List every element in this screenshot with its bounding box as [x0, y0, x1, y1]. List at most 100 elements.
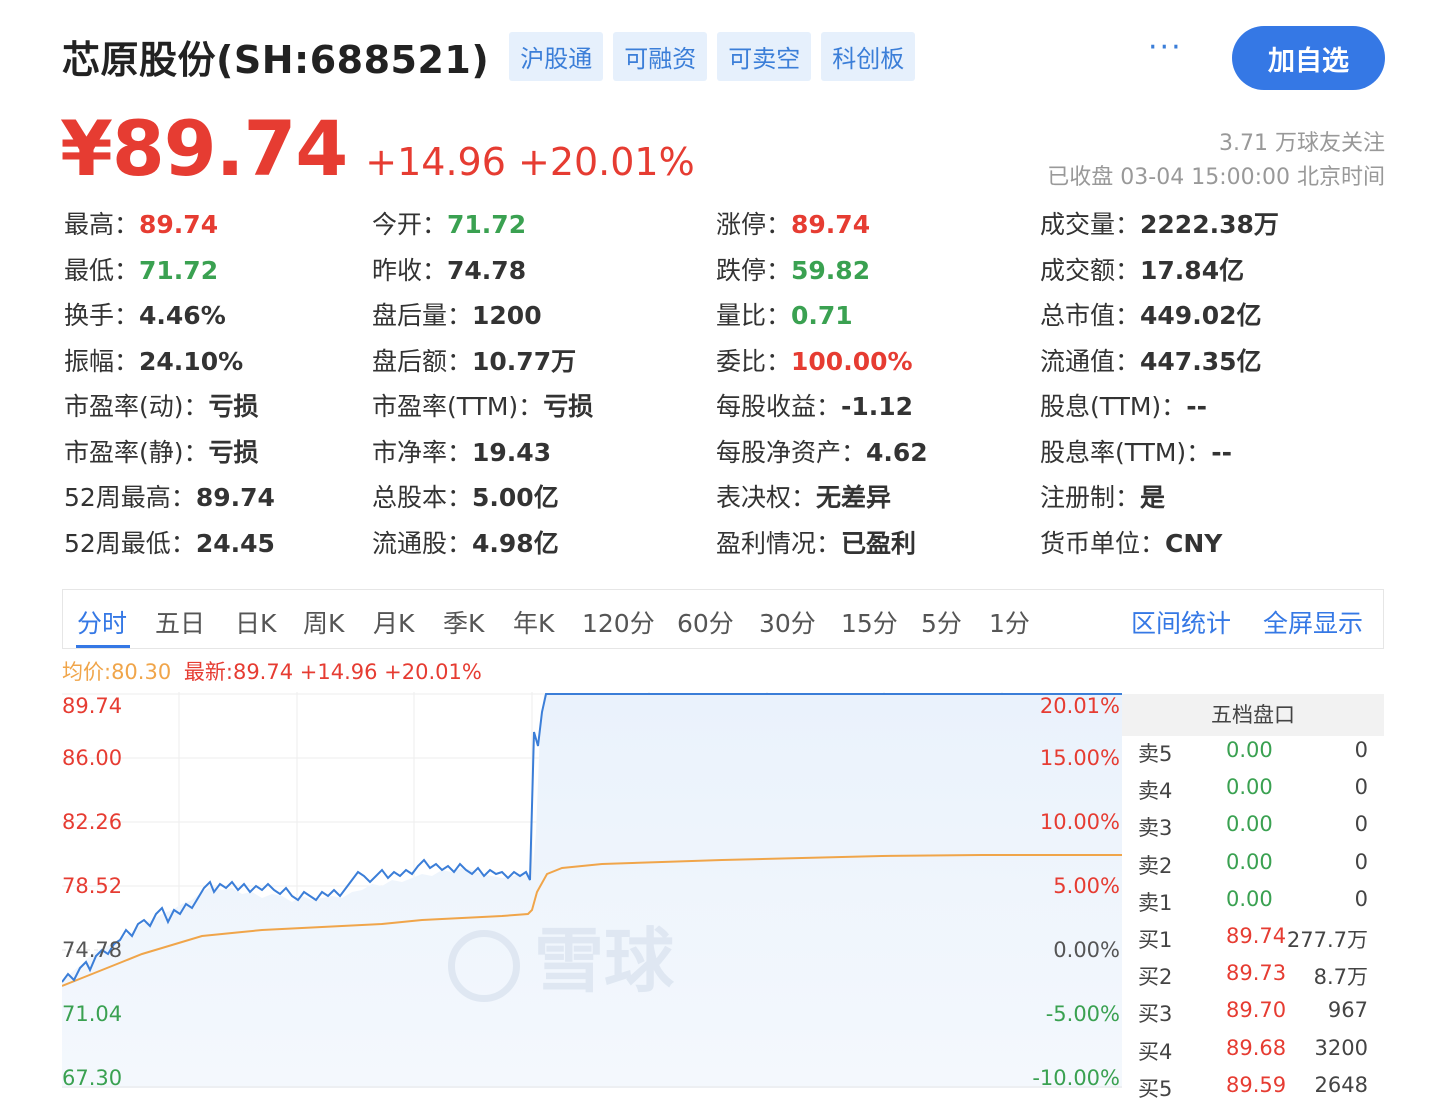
order-price: 89.68 [1226, 1035, 1287, 1060]
order-book-row: 买4 89.68 3200 [1122, 1036, 1384, 1073]
stat-label: 换手： [64, 301, 140, 330]
stat-item: 市盈率(动)：亏损 [64, 387, 259, 423]
stat-label: 市净率： [372, 437, 473, 467]
stat-label: 每股净资产： [716, 437, 867, 467]
stat-value: 0.71 [791, 301, 853, 330]
stat-value: 447.35亿 [1140, 346, 1262, 376]
order-volume: 0 [1354, 849, 1368, 874]
tab-item[interactable]: 60分 [677, 604, 734, 640]
stat-label: 涨停： [716, 210, 792, 239]
order-volume: 2648 [1314, 1072, 1368, 1097]
stat-label: 最高： [64, 210, 140, 239]
stat-value: 24.10% [139, 346, 244, 376]
percent-axis-label: 20.01% [1039, 694, 1120, 718]
tab-item[interactable]: 5分 [921, 604, 962, 640]
stock-header: 芯原股份(SH:688521) 沪股通 可融资 可卖空 科创板 [62, 28, 916, 84]
stat-value: 89.74 [139, 210, 219, 239]
percent-axis-label: -10.00% [1032, 1066, 1120, 1090]
order-level-label: 买1 [1138, 928, 1173, 952]
percent-axis-label: -5.00% [1045, 1002, 1120, 1026]
percent-axis-label: 5.00% [1053, 874, 1120, 898]
range-stats-link[interactable]: 区间统计 [1131, 604, 1231, 640]
tab-item[interactable]: 120分 [582, 604, 655, 640]
price-axis-label: 67.30 [62, 1066, 123, 1090]
order-volume: 967 [1327, 998, 1368, 1023]
percent-axis-label: 10.00% [1039, 810, 1120, 834]
add-watchlist-button[interactable]: 加自选 [1232, 26, 1385, 90]
tag-star-market[interactable]: 科创板 [821, 31, 916, 81]
stat-label: 盈利情况： [716, 528, 842, 558]
stat-value: 89.74 [195, 483, 275, 512]
order-book-title: 五档盘口 [1122, 694, 1384, 736]
stat-value: 已盈利 [841, 528, 917, 558]
stat-value: 4.62 [866, 437, 928, 467]
tab-item[interactable]: 月K [373, 604, 414, 640]
tag-margin[interactable]: 可融资 [613, 31, 708, 81]
stat-label: 振幅： [64, 346, 140, 376]
stat-value: 89.74 [791, 210, 871, 239]
stat-value: 59.82 [791, 255, 871, 285]
order-price: 89.59 [1226, 1072, 1287, 1097]
order-book: 五档盘口 卖5 0.00 0 卖4 0.00 0 卖3 0.00 0 卖2 0.00 0 卖1 0.00 0… [1122, 694, 1384, 1101]
stat-label: 市盈率(静)： [64, 437, 209, 467]
stat-value: 亏损 [208, 392, 259, 421]
stock-title: 芯原股份(SH:688521) [62, 37, 490, 82]
price-axis-label: 74.78 [62, 938, 123, 962]
order-price: 0.00 [1226, 886, 1273, 911]
stat-label: 每股收益： [716, 392, 842, 421]
tab-item[interactable]: 五日 [155, 604, 205, 640]
price-row: ¥89.74 +14.96 +20.01% [60, 104, 695, 193]
tab-item[interactable]: 15分 [841, 604, 898, 640]
order-price: 89.70 [1226, 998, 1287, 1023]
stat-item: 货币单位：CNY [1040, 524, 1222, 560]
stat-item: 总市值：449.02亿 [1040, 296, 1262, 332]
price-axis-label: 78.52 [62, 874, 123, 898]
order-volume: 277.7万 [1286, 928, 1368, 952]
tab-item[interactable]: 年K [513, 604, 554, 640]
order-volume: 0 [1354, 775, 1368, 800]
stat-label: 市盈率(动)： [64, 392, 209, 421]
fullscreen-link[interactable]: 全屏显示 [1263, 604, 1363, 640]
stat-label: 量比： [716, 301, 792, 330]
order-level-label: 卖1 [1138, 890, 1173, 915]
market-status: 已收盘 03-04 15:00:00 北京时间 [1047, 165, 1385, 190]
tab-item[interactable]: 1分 [989, 604, 1030, 640]
tab-item[interactable]: 季K [443, 604, 484, 640]
stat-label: 市盈率(TTM)： [372, 392, 544, 421]
tag-hsgt[interactable]: 沪股通 [509, 31, 604, 81]
price-axis-label: 71.04 [62, 1002, 123, 1026]
tab-item[interactable]: 日K [235, 604, 276, 640]
order-book-row: 买3 89.70 967 [1122, 998, 1384, 1035]
stat-item: 流通值：447.35亿 [1040, 342, 1262, 378]
stat-label: 股息(TTM)： [1040, 392, 1187, 421]
tag-short[interactable]: 可卖空 [717, 31, 812, 81]
tab-item[interactable]: 周K [303, 604, 344, 640]
stat-label: 最低： [64, 255, 140, 285]
order-price: 0.00 [1226, 812, 1273, 837]
stat-item: 股息率(TTM)：-- [1040, 433, 1232, 469]
more-options-icon[interactable]: ··· [1148, 30, 1183, 65]
stat-label: 成交量： [1040, 210, 1141, 239]
price-axis-label: 86.00 [62, 746, 123, 770]
stat-label: 成交额： [1040, 255, 1141, 285]
stat-item: 涨停：89.74 [716, 205, 870, 241]
order-level-label: 买2 [1138, 965, 1173, 990]
active-tab-indicator [76, 645, 130, 648]
stat-item: 昨收：74.78 [372, 251, 526, 287]
stat-value: 19.43 [472, 437, 552, 467]
stat-item: 流通股：4.98亿 [372, 524, 559, 560]
stat-value: 17.84亿 [1140, 255, 1245, 285]
stat-value: -- [1211, 437, 1232, 467]
price-change: +14.96 +20.01% [365, 140, 695, 184]
tab-item[interactable]: 30分 [759, 604, 816, 640]
intraday-chart[interactable] [62, 692, 1122, 1088]
stat-value: 亏损 [543, 392, 594, 421]
tab-item[interactable]: 分时 [77, 604, 127, 640]
order-book-row: 卖4 0.00 0 [1122, 775, 1384, 812]
stat-value: 100.00% [791, 346, 913, 376]
stat-label: 今开： [372, 210, 448, 239]
stat-label: 昨收： [372, 255, 448, 285]
stat-label: 流通值： [1040, 346, 1141, 376]
stat-item: 今开：71.72 [372, 205, 526, 241]
stat-label: 股息率(TTM)： [1040, 437, 1212, 467]
